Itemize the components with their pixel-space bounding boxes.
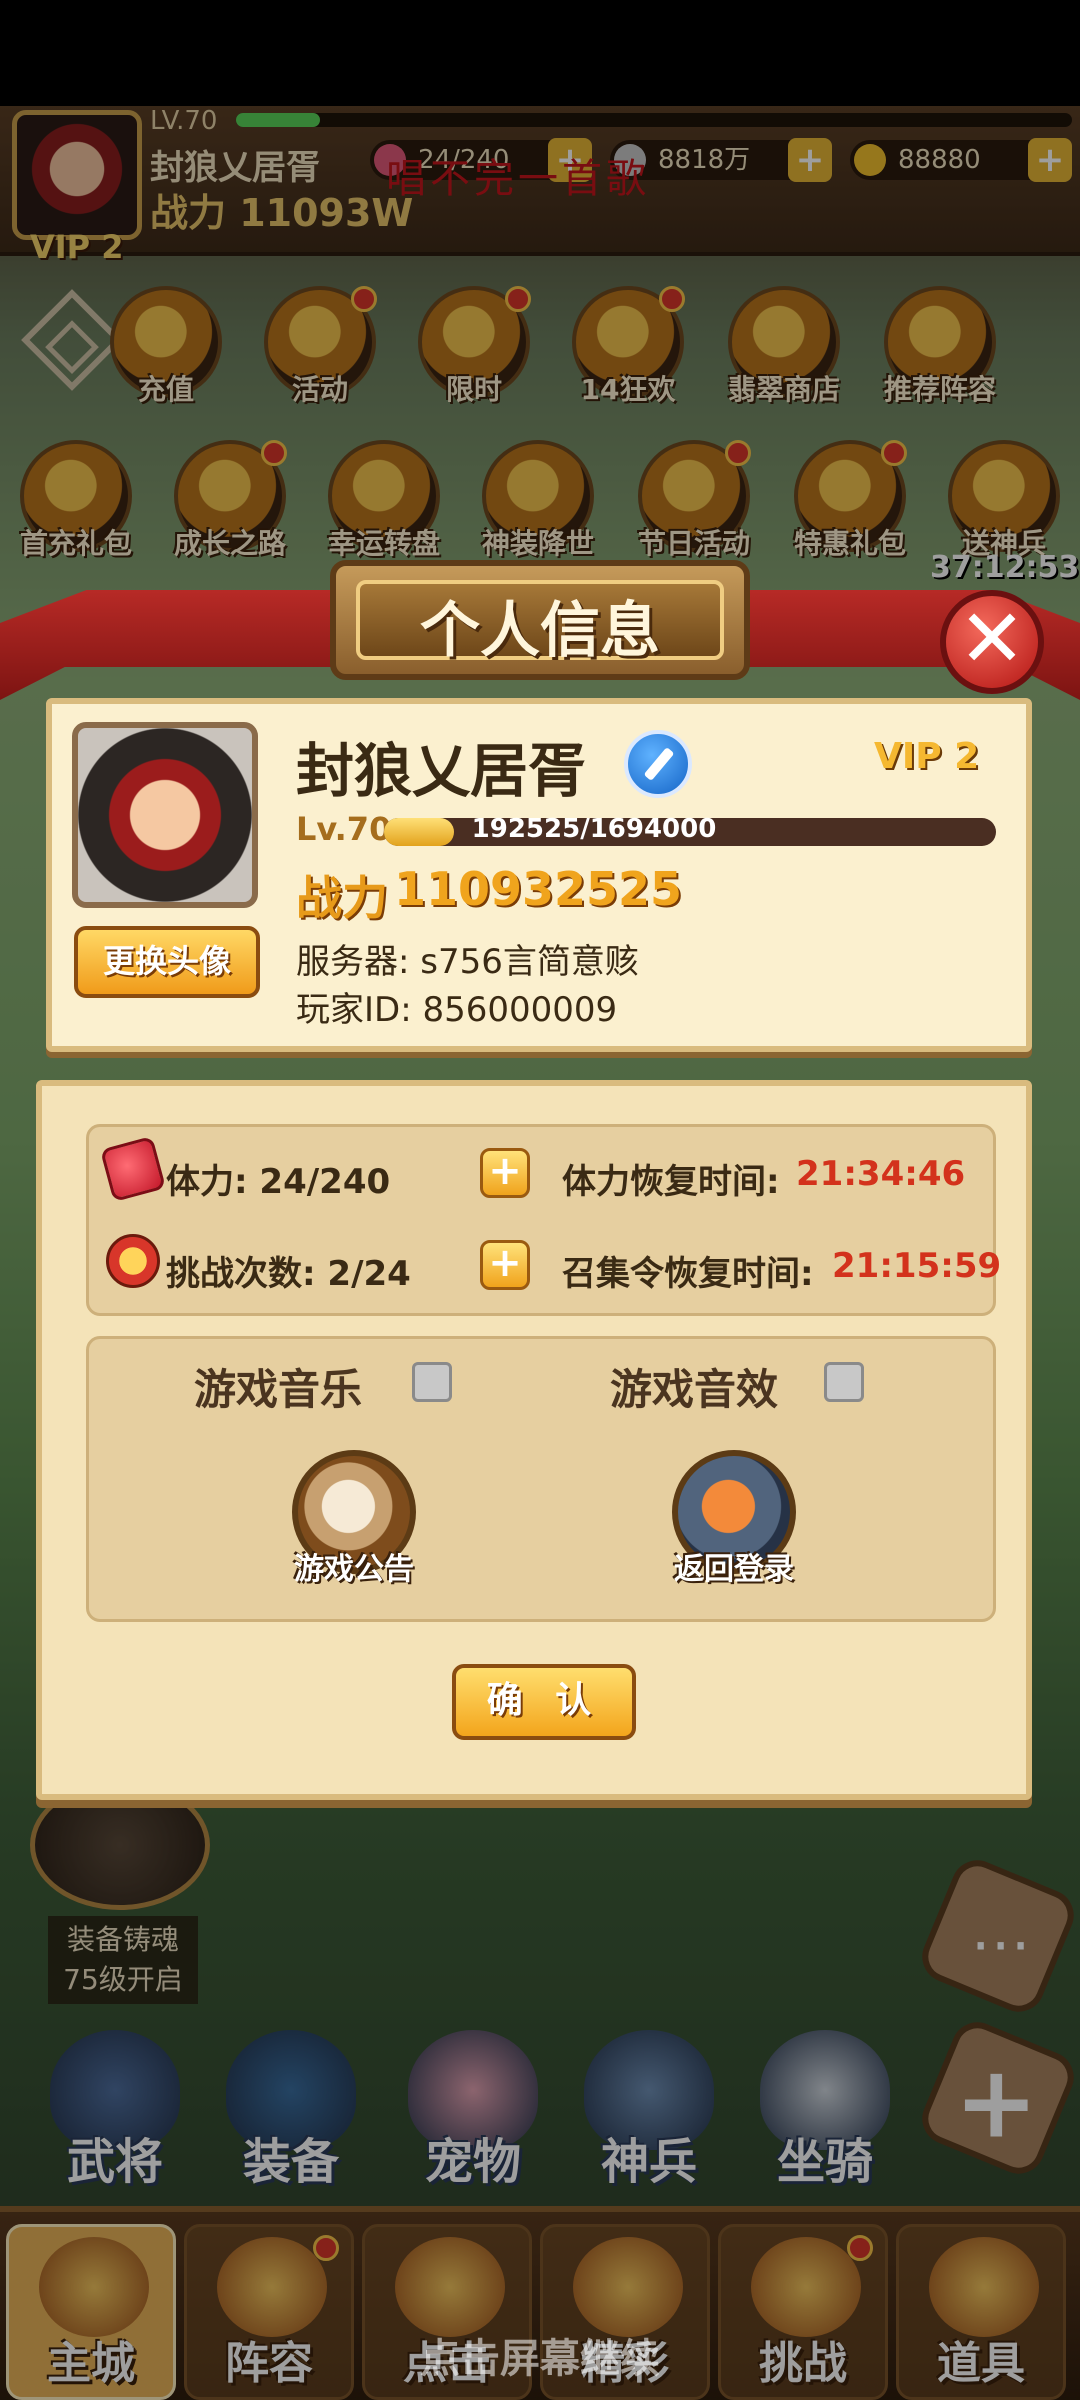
challenge-add-button[interactable]: + [480,1240,530,1290]
rally-recover-label: 召集令恢复时间: [562,1254,814,1294]
rally-recover-timer: 21:15:59 [832,1246,1002,1286]
player-id: 玩家ID: 856000009 [296,990,618,1030]
power-label: 战力 [296,871,388,925]
exp-text: 192525/1694000 [471,814,717,844]
return-login-button[interactable]: 返回登录 [634,1544,834,1588]
challenge-badge-icon [106,1234,160,1288]
vip-label: VIP 2 [874,736,980,777]
sound-label: 游戏音效 [610,1365,779,1414]
music-label: 游戏音乐 [194,1365,363,1414]
modal-title: 个人信息 [420,596,660,666]
tap-to-continue-hint: 点击屏幕继续 [420,2336,660,2382]
close-button[interactable]: ✕ [940,590,1044,694]
stamina-label: 体力: 24/240 [166,1162,391,1202]
player-name: 封狼乂居胥 [296,737,587,805]
challenge-count-label: 挑战次数: 2/24 [166,1254,411,1294]
sound-checkbox[interactable] [824,1362,864,1402]
stamina-recover-timer: 21:34:46 [796,1154,966,1194]
edit-name-icon[interactable] [624,730,692,798]
announcement-button[interactable]: 游戏公告 [254,1544,454,1588]
player-avatar [72,722,258,908]
player-level: Lv.70 [296,810,392,848]
stamina-add-button[interactable]: + [480,1148,530,1198]
stamina-recover-label: 体力恢复时间: [562,1162,780,1202]
change-avatar-button[interactable]: 更换头像 [74,926,260,998]
music-checkbox[interactable] [412,1362,452,1402]
power-value: 110932525 [394,862,683,916]
confirm-button[interactable]: 确 认 [452,1664,636,1740]
status-bar [0,0,1080,106]
server-info: 服务器: s756言简意赅 [296,942,639,982]
